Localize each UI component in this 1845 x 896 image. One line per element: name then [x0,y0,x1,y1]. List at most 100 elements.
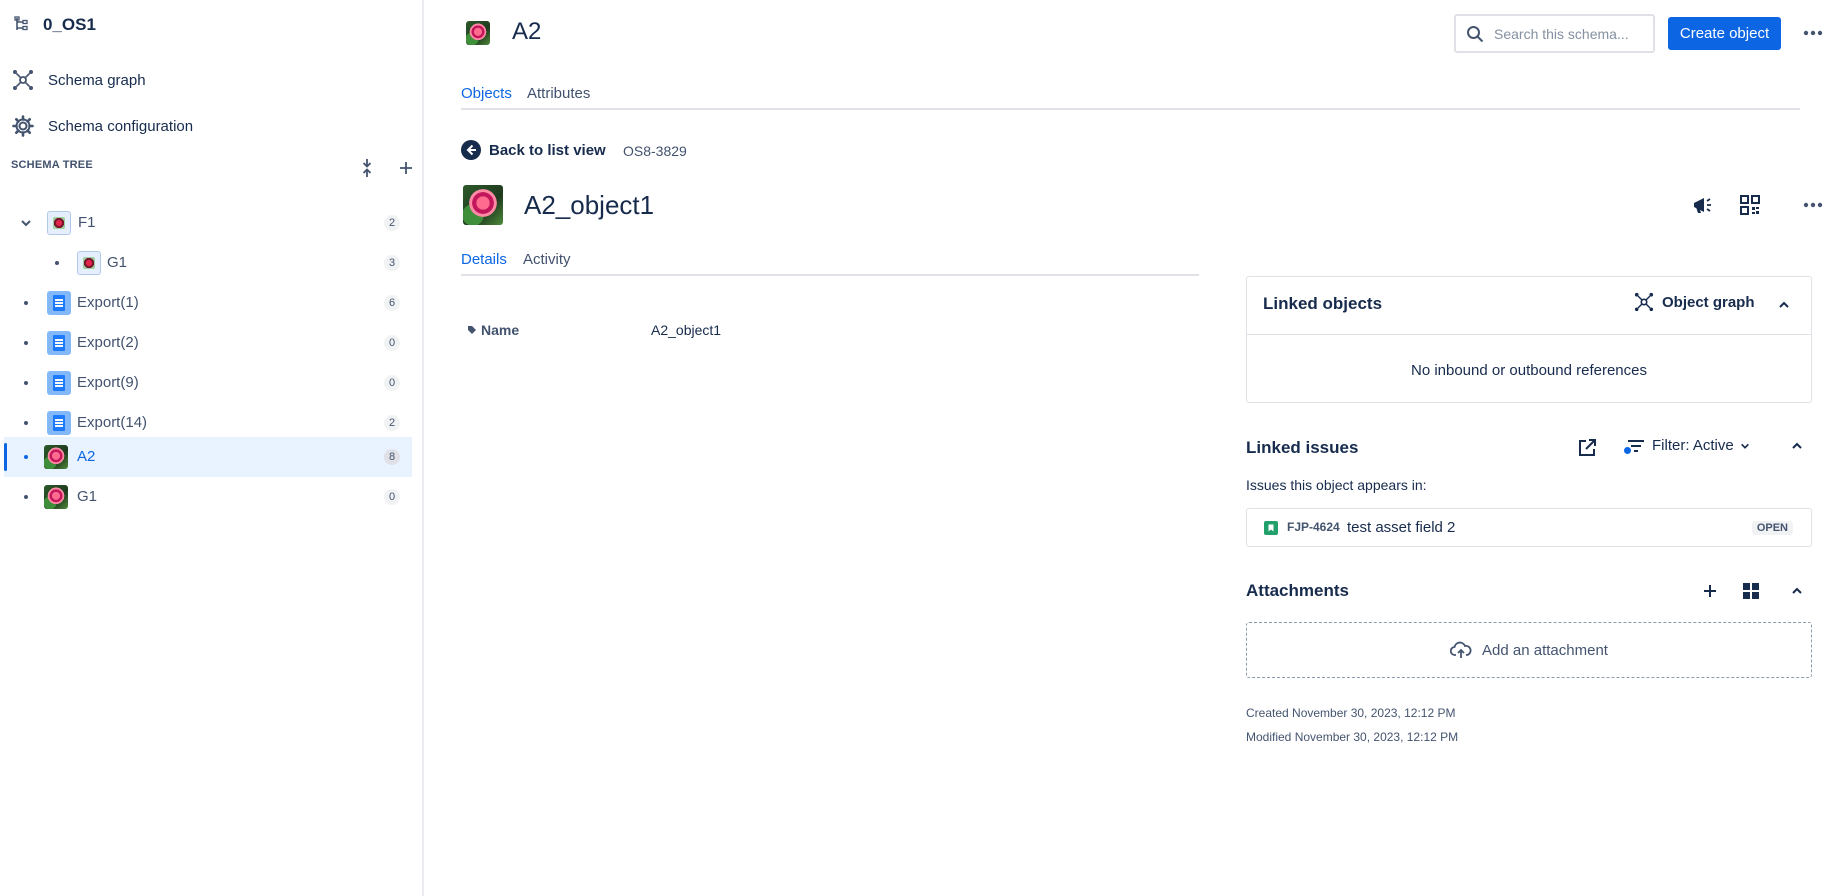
tree-item-export-1[interactable]: Export(1) 6 [4,283,412,323]
schema-tree-heading: SCHEMA TREE [11,159,93,171]
add-attachment-label: Add an attachment [1482,641,1608,659]
issue-filter-dropdown[interactable]: Filter: Active [1624,437,1750,454]
tree-item-label: Export(1) [77,294,139,311]
tab-attributes[interactable]: Attributes [527,85,590,102]
object-name: A2_object1 [524,190,655,220]
sidebar: 0_OS1 Schema graph Schema configuration … [0,0,424,896]
more-horizontal-icon [1803,30,1823,36]
bullet-icon [55,261,59,265]
open-issues-external-button[interactable] [1571,432,1603,464]
filter-active-dot [1624,446,1631,454]
schema-configuration-link[interactable]: Schema configuration [12,111,193,141]
tree-item-label: Export(14) [77,414,148,431]
add-object-type-button[interactable] [390,152,422,184]
created-timestamp: Created November 30, 2023, 12:12 PM [1246,706,1456,720]
detail-tabs-divider [461,274,1199,276]
tree-item-label: Export(2) [77,334,139,351]
linked-objects-empty-text: No inbound or outbound references [1410,362,1647,379]
tree-item-f1[interactable]: F1 2 [4,203,412,243]
tab-activity[interactable]: Activity [523,251,571,268]
rose-image-icon [44,485,68,509]
object-type-avatar [466,21,490,45]
tree-item-count: 2 [384,215,400,231]
tree-item-count: 2 [384,415,400,431]
tree-item-a2[interactable]: A2 8 [4,437,412,477]
collapse-linked-issues-button[interactable] [1781,430,1813,462]
document-icon [47,291,71,315]
schema-tree-icon [14,16,30,34]
schema-graph-link[interactable]: Schema graph [12,65,146,95]
grid-view-button[interactable] [1735,575,1767,607]
search-input[interactable] [1492,24,1642,43]
tab-details[interactable]: Details [461,251,507,276]
chevron-up-icon [1778,299,1790,311]
tree-item-g1-child[interactable]: G1 3 [4,243,412,283]
label-tag-icon [467,325,477,335]
back-to-list-button[interactable]: Back to list view [461,140,606,160]
tree-item-count: 3 [384,255,400,271]
collapse-all-button[interactable] [351,152,383,184]
object-graph-button[interactable]: Object graph [1634,292,1755,312]
chevron-up-icon [1791,440,1803,452]
tree-item-label: G1 [107,254,128,271]
tabs-divider [461,108,1800,110]
object-graph-label: Object graph [1662,293,1755,311]
attribute-value: A2_object1 [651,322,722,338]
qr-code-button[interactable] [1734,189,1766,221]
document-icon [47,411,71,435]
chevron-down-icon[interactable] [20,217,32,229]
object-more-button[interactable] [1797,189,1829,221]
attachment-dropzone[interactable]: Add an attachment [1246,622,1812,678]
tree-item-count: 0 [384,489,400,505]
status-badge: OPEN [1751,521,1793,535]
create-object-button[interactable]: Create object [1668,17,1781,50]
add-attachment-button[interactable] [1694,575,1726,607]
external-link-icon [1577,438,1597,458]
schema-configuration-label: Schema configuration [48,117,194,135]
document-icon [47,331,71,355]
issue-row[interactable]: FJP-4624 test asset field 2 OPEN [1246,508,1812,547]
schema-graph-label: Schema graph [48,71,146,89]
search-box[interactable] [1454,14,1655,53]
search-icon [1466,25,1484,43]
rose-image-icon [44,445,68,469]
tree-item-count: 6 [384,295,400,311]
attachments-title: Attachments [1246,581,1349,600]
tree-item-export-2[interactable]: Export(2) 0 [4,323,412,363]
tree-item-label: Export(9) [77,374,139,391]
attribute-name-label: Name [481,322,520,338]
bullet-icon [24,495,28,499]
object-key: OS8-3829 [623,143,687,159]
issue-summary[interactable]: test asset field 2 [1347,519,1455,536]
panel-divider [1247,334,1811,335]
tab-objects[interactable]: Objects [461,85,512,110]
more-actions-button[interactable] [1797,17,1829,49]
tree-item-export-9[interactable]: Export(9) 0 [4,363,412,403]
tree-item-count: 8 [384,449,400,465]
linked-issues-subtitle: Issues this object appears in: [1246,477,1427,493]
back-to-list-label: Back to list view [489,141,606,159]
object-type-icon [77,251,101,275]
object-avatar [463,185,503,225]
arrow-left-circle-icon [461,140,481,160]
more-horizontal-icon [1803,202,1823,208]
tree-item-label: G1 [77,488,98,505]
tree-item-count: 0 [384,375,400,391]
plus-icon [1702,583,1718,599]
plus-icon [398,160,414,176]
linked-objects-title: Linked objects [1263,294,1383,313]
collapse-linked-objects-button[interactable] [1768,289,1800,321]
qr-code-icon [1739,194,1761,216]
linked-issues-title: Linked issues [1246,438,1359,457]
feedback-button[interactable] [1686,189,1718,221]
story-icon [1264,521,1278,535]
collapse-all-icon [360,158,374,178]
megaphone-icon [1691,194,1713,216]
attribute-name: Name [467,322,519,338]
tree-item-g1[interactable]: G1 0 [4,477,412,517]
collapse-attachments-button[interactable] [1781,575,1813,607]
issue-key[interactable]: FJP-4624 [1287,520,1340,534]
tree-item-label: A2 [77,448,96,465]
object-graph-icon [1634,292,1654,312]
modified-timestamp: Modified November 30, 2023, 12:12 PM [1246,730,1459,744]
